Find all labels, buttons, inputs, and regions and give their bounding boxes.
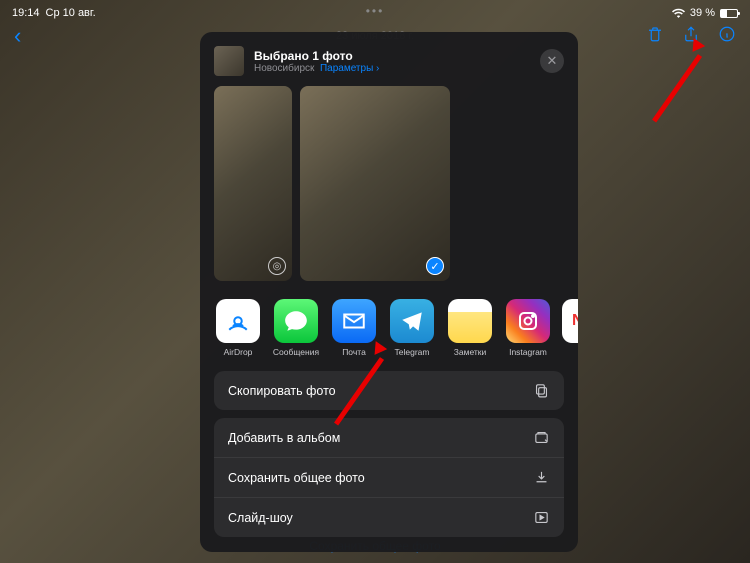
status-date: Ср 10 авг. (46, 7, 96, 19)
info-button[interactable] (718, 25, 736, 48)
app-messages[interactable]: Сообщения (272, 299, 320, 357)
instagram-icon (506, 299, 550, 343)
app-label: Telegram (388, 347, 436, 357)
battery-percentage: 39 % (690, 7, 715, 19)
mail-icon (332, 299, 376, 343)
trash-button[interactable] (646, 25, 664, 48)
app-telegram[interactable]: Telegram (388, 299, 436, 357)
telegram-icon (390, 299, 434, 343)
status-time: 19:14 (12, 7, 40, 19)
share-sheet: Выбрано 1 фото Новосибирск Параметры › ✕… (200, 32, 578, 552)
sheet-title: Выбрано 1 фото (254, 49, 530, 63)
app-label: Заметки (446, 347, 494, 357)
location-text: Новосибирск (254, 63, 314, 74)
notes-icon (448, 299, 492, 343)
header-thumbnail (214, 46, 244, 76)
messages-icon (274, 299, 318, 343)
sheet-header: Выбрано 1 фото Новосибирск Параметры › ✕ (200, 42, 578, 86)
battery-icon (720, 9, 738, 18)
action-label: Слайд-шоу (228, 511, 293, 525)
app-instagram[interactable]: Instagram (504, 299, 552, 357)
play-icon (533, 509, 550, 526)
action-label: Добавить в альбом (228, 431, 340, 445)
app-airdrop[interactable]: AirDrop (214, 299, 262, 357)
params-link[interactable]: Параметры › (320, 63, 379, 74)
copy-icon (533, 382, 550, 399)
action-slideshow[interactable]: Слайд-шоу (214, 497, 564, 537)
airdrop-icon (216, 299, 260, 343)
preview-row: ◎ ✓ (200, 86, 578, 293)
action-copy-photo[interactable]: Скопировать фото (214, 371, 564, 410)
app-more[interactable]: N (562, 299, 578, 357)
app-label: AirDrop (214, 347, 262, 357)
close-button[interactable]: ✕ (540, 49, 564, 73)
preview-photo-2[interactable]: ✓ (300, 86, 450, 281)
action-add-to-album[interactable]: Добавить в альбом (214, 418, 564, 457)
more-apps-icon: N (562, 299, 578, 343)
more-dots[interactable]: ••• (366, 4, 385, 18)
app-label: Instagram (504, 347, 552, 357)
app-notes[interactable]: Заметки (446, 299, 494, 357)
wifi-icon (672, 8, 685, 18)
action-save-shared-photo[interactable]: Сохранить общее фото (214, 457, 564, 497)
app-label: Сообщения (272, 347, 320, 357)
selected-check-icon: ✓ (426, 257, 444, 275)
action-label: Сохранить общее фото (228, 471, 365, 485)
preview-photo-1[interactable]: ◎ (214, 86, 292, 281)
download-icon (533, 469, 550, 486)
album-icon (533, 429, 550, 446)
share-apps-row: AirDrop Сообщения Почта Telegram Заметки (200, 293, 578, 361)
sheet-subtitle: Новосибирск Параметры › (254, 63, 530, 74)
live-photo-icon: ◎ (268, 257, 286, 275)
back-button[interactable]: ‹ (0, 23, 35, 49)
action-label: Скопировать фото (228, 384, 336, 398)
action-list: Скопировать фото Добавить в альбом Сохра… (200, 361, 578, 537)
